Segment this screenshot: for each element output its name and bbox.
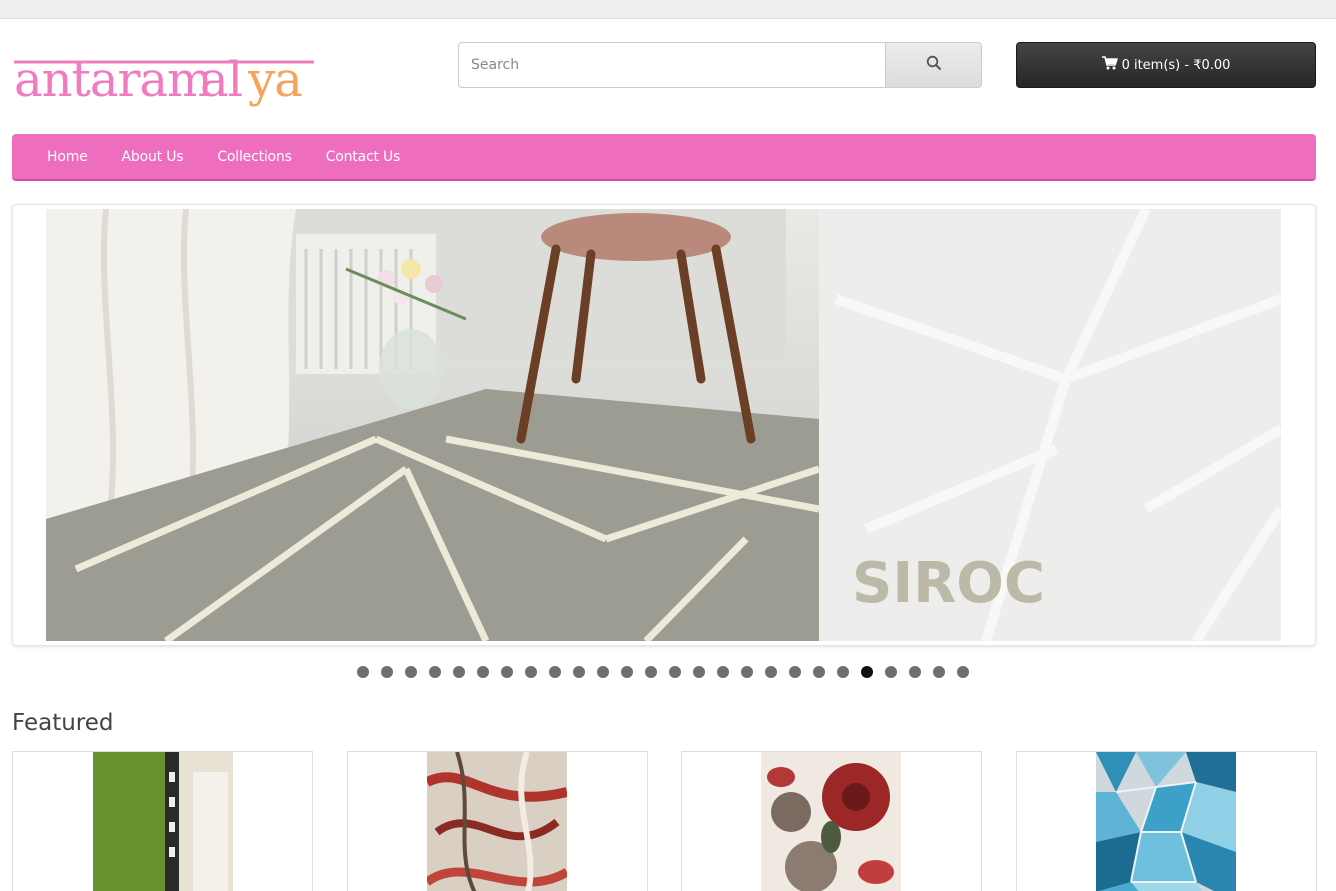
product-image bbox=[1096, 752, 1236, 891]
slider-dot[interactable] bbox=[933, 666, 945, 678]
product-card[interactable] bbox=[12, 751, 313, 891]
slider-dot[interactable] bbox=[573, 666, 585, 678]
product-card[interactable] bbox=[681, 751, 982, 891]
svg-text:ya: ya bbox=[247, 52, 302, 108]
product-image bbox=[427, 752, 567, 891]
slider-dot[interactable] bbox=[789, 666, 801, 678]
cart-button[interactable]: 0 item(s) - ₹0.00 bbox=[1016, 42, 1316, 88]
slider-dot[interactable] bbox=[765, 666, 777, 678]
shopping-cart-icon bbox=[1101, 56, 1118, 74]
slider-dot[interactable] bbox=[477, 666, 489, 678]
slider-dot[interactable] bbox=[645, 666, 657, 678]
site-logo[interactable]: antaram al ya bbox=[14, 40, 314, 124]
slider-dot[interactable] bbox=[813, 666, 825, 678]
main-navigation: Home About Us Collections Contact Us bbox=[12, 134, 1316, 181]
slider-dot[interactable] bbox=[621, 666, 633, 678]
slider-dot[interactable] bbox=[957, 666, 969, 678]
search-icon bbox=[926, 55, 942, 75]
slider-dot[interactable] bbox=[357, 666, 369, 678]
slider-pagination bbox=[357, 666, 969, 682]
product-image bbox=[761, 752, 901, 891]
slider-dot[interactable] bbox=[861, 666, 873, 678]
slider-dot[interactable] bbox=[717, 666, 729, 678]
slider-dot[interactable] bbox=[429, 666, 441, 678]
nav-item-collections[interactable]: Collections bbox=[217, 149, 292, 165]
search-button[interactable] bbox=[885, 42, 982, 88]
cart-summary: 0 item(s) - ₹0.00 bbox=[1121, 57, 1231, 73]
product-card[interactable] bbox=[347, 751, 648, 891]
top-utility-bar bbox=[0, 0, 1336, 19]
slider-dot[interactable] bbox=[669, 666, 681, 678]
svg-text:antaram: antaram bbox=[14, 52, 212, 108]
slider-dot[interactable] bbox=[453, 666, 465, 678]
slider-dot[interactable] bbox=[549, 666, 561, 678]
slider-dot[interactable] bbox=[693, 666, 705, 678]
product-image bbox=[93, 752, 233, 891]
slider-dot[interactable] bbox=[909, 666, 921, 678]
product-card[interactable] bbox=[1016, 751, 1317, 891]
nav-item-about-us[interactable]: About Us bbox=[122, 149, 184, 165]
nav-item-home[interactable]: Home bbox=[47, 149, 88, 165]
slider-dot[interactable] bbox=[405, 666, 417, 678]
svg-text:al: al bbox=[200, 52, 242, 108]
slider-dot[interactable] bbox=[381, 666, 393, 678]
slider-dot[interactable] bbox=[837, 666, 849, 678]
slider-dot[interactable] bbox=[501, 666, 513, 678]
slider-dot[interactable] bbox=[885, 666, 897, 678]
slider-dot[interactable] bbox=[525, 666, 537, 678]
search-input[interactable] bbox=[458, 42, 885, 88]
slider-dot[interactable] bbox=[741, 666, 753, 678]
slide-image: SIROC bbox=[46, 209, 1281, 641]
featured-heading: Featured bbox=[12, 710, 114, 736]
slide-watermark: SIROC bbox=[852, 551, 1045, 616]
hero-slider[interactable]: SIROC bbox=[12, 204, 1316, 646]
slider-dot[interactable] bbox=[597, 666, 609, 678]
featured-products bbox=[12, 751, 1317, 891]
search-bar bbox=[458, 42, 982, 88]
nav-item-contact-us[interactable]: Contact Us bbox=[326, 149, 401, 165]
